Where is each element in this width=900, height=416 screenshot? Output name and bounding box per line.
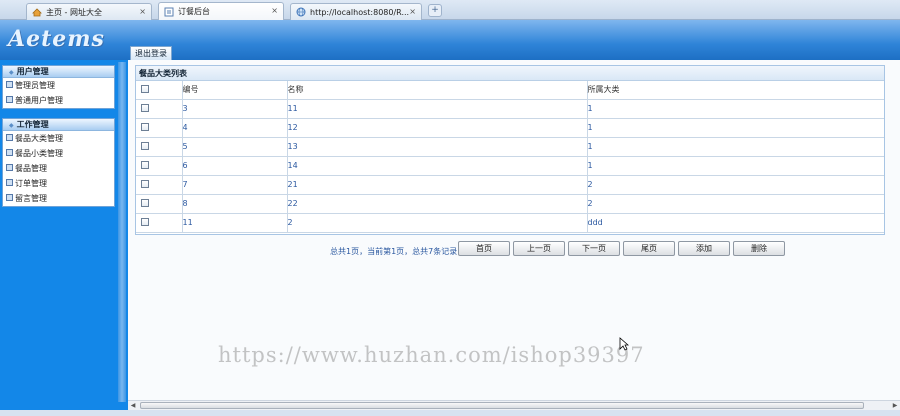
home-icon [32, 7, 42, 17]
close-icon[interactable]: × [271, 6, 278, 15]
cell-id: 11 [181, 213, 287, 233]
first-page-button[interactable]: 首页 [458, 241, 510, 256]
cell-name: 21 [286, 175, 587, 195]
cell-id: 6 [181, 156, 287, 176]
cell-name: 2 [286, 213, 587, 233]
tab-label: 主页 - 网址大全 [46, 7, 102, 17]
last-page-button[interactable]: 尾页 [623, 241, 675, 256]
watermark-text: https://www.huzhan.com/ishop39397 [218, 343, 645, 367]
cell-id: 8 [181, 194, 287, 214]
add-button[interactable]: 添加 [678, 241, 730, 256]
table-row: 8 22 2 [136, 194, 884, 214]
category-table: 编号 名称 所属大类 3 11 1 4 12 1 5 13 1 6 14 1 7… [136, 81, 884, 233]
cell-id: 3 [181, 99, 287, 119]
sidebar-item-messages[interactable]: 留言管理 [3, 191, 114, 206]
browser-tab-admin[interactable]: 订餐后台 × [158, 2, 284, 20]
next-page-button[interactable]: 下一页 [568, 241, 620, 256]
sidebar-item-category[interactable]: 餐品大类管理 [3, 131, 114, 146]
cell-category: 2 [586, 175, 884, 195]
menu-group-title[interactable]: 用户管理 [3, 66, 114, 78]
tab-label: http://localhost:8080/R... [310, 7, 410, 17]
new-tab-button[interactable]: + [428, 4, 442, 17]
scroll-right-icon[interactable]: ▶ [890, 401, 900, 410]
column-header-id: 编号 [181, 81, 287, 100]
logo: Aetems [8, 26, 105, 52]
column-header-category: 所属大类 [586, 81, 884, 100]
menu-group-title[interactable]: 工作管理 [3, 119, 114, 131]
cell-name: 22 [286, 194, 587, 214]
sidebar-item-orders[interactable]: 订单管理 [3, 176, 114, 191]
logout-tab[interactable]: 退出登录 [130, 46, 172, 60]
scroll-left-icon[interactable]: ◀ [128, 401, 138, 410]
row-checkbox[interactable] [141, 179, 149, 188]
browser-tab-home[interactable]: 主页 - 网址大全 × [26, 3, 152, 20]
table-row: 3 11 1 [136, 99, 884, 119]
cell-id: 4 [181, 118, 287, 138]
cell-name: 12 [286, 118, 587, 138]
close-icon[interactable]: × [409, 7, 416, 16]
scrollbar-thumb[interactable] [140, 402, 864, 409]
horizontal-scrollbar[interactable]: ◀ ▶ [128, 400, 900, 410]
prev-page-button[interactable]: 上一页 [513, 241, 565, 256]
table-row: 4 12 1 [136, 118, 884, 138]
tab-label: 订餐后台 [178, 7, 210, 16]
menu-group-work: 工作管理 餐品大类管理 餐品小类管理 餐品管理 订单管理 留言管理 [2, 118, 115, 207]
cell-id: 7 [181, 175, 287, 195]
row-checkbox[interactable] [141, 160, 149, 169]
table-row: 6 14 1 [136, 156, 884, 176]
cell-name: 13 [286, 137, 587, 157]
row-checkbox[interactable] [141, 198, 149, 207]
browser-tab-bar: 主页 - 网址大全 × 订餐后台 × http://localhost:8080… [0, 0, 900, 20]
sidebar: 用户管理 管理员管理 普通用户管理 工作管理 餐品大类管理 餐品小类管理 餐品管… [0, 60, 128, 416]
mouse-cursor-icon [619, 337, 629, 351]
cell-category: 1 [586, 118, 884, 138]
panel-title: 餐品大类列表 [136, 66, 884, 81]
globe-icon [296, 7, 306, 17]
sidebar-item-admin-manage[interactable]: 管理员管理 [3, 78, 114, 93]
select-all-checkbox[interactable] [141, 84, 149, 93]
cell-category: 1 [586, 156, 884, 176]
table-row: 5 13 1 [136, 137, 884, 157]
menu-group-users: 用户管理 管理员管理 普通用户管理 [2, 65, 115, 109]
cell-category: 2 [586, 194, 884, 214]
row-checkbox[interactable] [141, 217, 149, 226]
browser-tab-localhost[interactable]: http://localhost:8080/R... × [290, 3, 422, 20]
cell-category: ddd [586, 213, 884, 233]
sidebar-item-user-manage[interactable]: 普通用户管理 [3, 93, 114, 108]
cell-category: 1 [586, 137, 884, 157]
table-row: 7 21 2 [136, 175, 884, 195]
browser-status-bar [0, 410, 900, 416]
row-checkbox[interactable] [141, 103, 149, 112]
table-row: 11 2 ddd [136, 213, 884, 233]
app-header: Aetems 退出登录 [0, 20, 900, 60]
close-icon[interactable]: × [139, 7, 146, 16]
row-checkbox[interactable] [141, 122, 149, 131]
cell-id: 5 [181, 137, 287, 157]
table-header-row: 编号 名称 所属大类 [136, 81, 884, 100]
category-list-panel: 餐品大类列表 编号 名称 所属大类 3 11 1 4 12 1 5 13 1 6… [135, 65, 885, 235]
column-header-name: 名称 [286, 81, 587, 100]
sidebar-splitter[interactable] [118, 62, 126, 402]
cell-name: 11 [286, 99, 587, 119]
sidebar-item-dishes[interactable]: 餐品管理 [3, 161, 114, 176]
pagination-summary: 总共1页，当前第1页，总共7条记录 [330, 247, 458, 256]
row-checkbox[interactable] [141, 141, 149, 150]
cell-category: 1 [586, 99, 884, 119]
page-icon [164, 7, 174, 17]
delete-button[interactable]: 删除 [733, 241, 785, 256]
cell-name: 14 [286, 156, 587, 176]
sidebar-item-subcategory[interactable]: 餐品小类管理 [3, 146, 114, 161]
